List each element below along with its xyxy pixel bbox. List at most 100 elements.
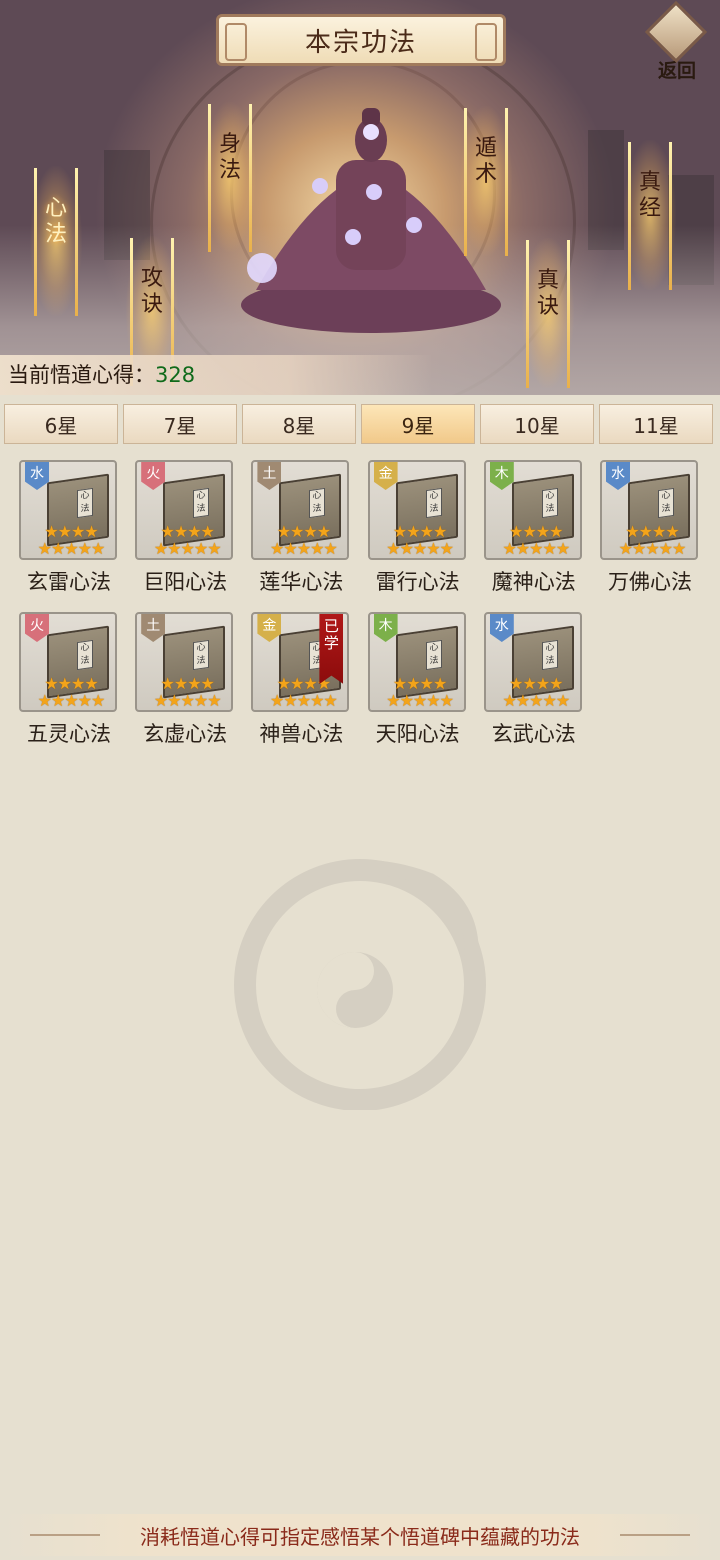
- element-badge: 金: [257, 614, 282, 642]
- technique-item[interactable]: 心法火 ★★★★ ★★★★★ 巨阳心法: [133, 460, 237, 600]
- technique-item[interactable]: 心法土 ★★★★ ★★★★★ 玄虚心法: [133, 612, 237, 752]
- element-badge: 土: [257, 462, 282, 490]
- book-seal: 心法: [309, 487, 326, 519]
- skill-label: 真诀: [536, 268, 559, 319]
- skill-zhenjing[interactable]: 真经: [624, 140, 676, 290]
- technique-name: 魔神心法: [491, 570, 576, 594]
- star-rating-bottom: ★★★★★: [270, 539, 338, 558]
- star-rating-top: ★★★★: [509, 522, 563, 541]
- skill-zhenjue[interactable]: 真诀: [522, 238, 574, 388]
- technique-card[interactable]: 心法火 ★★★★ ★★★★★: [19, 612, 117, 712]
- hero-scene: 心法 攻诀 身法 遁术 真诀 真经 本宗功法 返回 当前悟道心得：328: [0, 0, 720, 395]
- element-badge: 金: [373, 462, 398, 490]
- book-seal: 心法: [541, 639, 558, 671]
- technique-item[interactable]: 心法木 ★★★★ ★★★★★ 魔神心法: [482, 460, 586, 600]
- element-badge: 水: [606, 462, 630, 490]
- technique-name: 万佛心法: [608, 570, 692, 594]
- element-badge: 土: [141, 614, 166, 642]
- element-badge: 水: [25, 462, 49, 490]
- technique-name: 五灵心法: [27, 722, 111, 746]
- technique-card[interactable]: 心法土 ★★★★ ★★★★★: [251, 460, 350, 560]
- tab-7-star[interactable]: 7星: [123, 404, 237, 444]
- technique-card[interactable]: 心法土 ★★★★ ★★★★★: [135, 612, 234, 712]
- technique-item[interactable]: 心法金 ★★★★ ★★★★★ 雷行心法: [366, 460, 470, 600]
- star-rating-top: ★★★★: [392, 674, 447, 693]
- skill-xinfa[interactable]: 心法: [30, 166, 82, 316]
- star-rating-bottom: ★★★★★: [153, 691, 222, 710]
- technique-name: 神兽心法: [259, 722, 344, 746]
- element-badge: 木: [489, 462, 514, 490]
- ornament-right-icon: [620, 1534, 690, 1536]
- star-rating-top: ★★★★: [160, 674, 215, 693]
- technique-card[interactable]: 心法木 ★★★★ ★★★★★: [367, 612, 466, 712]
- technique-name: 玄武心法: [491, 722, 576, 746]
- technique-item[interactable]: 心法水 ★★★★ ★★★★★ 玄武心法: [482, 612, 586, 752]
- book-seal: 心法: [193, 639, 210, 671]
- star-rating-bottom: ★★★★★: [386, 539, 454, 558]
- star-rating-top: ★★★★: [276, 522, 331, 541]
- star-rating-top: ★★★★: [625, 522, 679, 541]
- back-label: 返回: [657, 60, 696, 82]
- technique-card[interactable]: 心法金 ★★★★ ★★★★★ 已学: [251, 612, 350, 712]
- element-badge: 水: [489, 614, 514, 642]
- technique-name: 天阳心法: [375, 722, 460, 746]
- technique-name: 雷行心法: [375, 570, 460, 594]
- element-badge: 火: [141, 462, 166, 490]
- back-icon: [644, 0, 708, 64]
- star-rating-bottom: ★★★★★: [270, 691, 338, 710]
- technique-card[interactable]: 心法木 ★★★★ ★★★★★: [483, 460, 582, 560]
- learned-badge: 已学: [319, 614, 344, 684]
- book-seal: 心法: [541, 487, 558, 519]
- star-rating-bottom: ★★★★★: [618, 539, 687, 558]
- technique-item[interactable]: 心法土 ★★★★ ★★★★★ 莲华心法: [249, 460, 353, 600]
- star-rating-bottom: ★★★★★: [502, 691, 570, 710]
- star-rating-top: ★★★★: [509, 674, 563, 693]
- book-seal: 心法: [77, 487, 93, 519]
- star-rating-top: ★★★★: [44, 674, 98, 693]
- book-seal: 心法: [425, 639, 442, 671]
- yin-yang-emblem-icon: [234, 859, 486, 1110]
- technique-item[interactable]: 心法金 ★★★★ ★★★★★ 已学 神兽心法: [249, 612, 353, 752]
- technique-name: 莲华心法: [259, 570, 344, 594]
- star-rating-top: ★★★★: [160, 522, 215, 541]
- points-value: 328: [155, 363, 196, 387]
- tab-8-star[interactable]: 8星: [242, 404, 356, 444]
- points-label: 当前悟道心得：: [8, 363, 155, 387]
- skill-gongjue[interactable]: 攻诀: [126, 236, 178, 386]
- star-rating-bottom: ★★★★★: [37, 691, 106, 710]
- tab-9-star[interactable]: 9星: [361, 404, 475, 444]
- technique-item[interactable]: 心法水 ★★★★ ★★★★★ 万佛心法: [598, 460, 702, 600]
- technique-item[interactable]: 心法火 ★★★★ ★★★★★ 五灵心法: [17, 612, 121, 752]
- star-rating-top: ★★★★: [44, 522, 98, 541]
- technique-card[interactable]: 心法水 ★★★★ ★★★★★: [600, 460, 698, 560]
- tab-11-star[interactable]: 11星: [599, 404, 713, 444]
- skill-dunshu[interactable]: 遁术: [460, 106, 512, 256]
- star-rating-top: ★★★★: [392, 522, 447, 541]
- skill-label: 攻诀: [140, 266, 163, 317]
- book-seal: 心法: [425, 487, 442, 519]
- back-button[interactable]: 返回: [640, 0, 714, 82]
- technique-name: 玄虚心法: [143, 722, 228, 746]
- footer-hint: 消耗悟道心得可指定感悟某个悟道碑中蕴藏的功法: [0, 1514, 720, 1556]
- points-bar: 当前悟道心得：328: [0, 355, 720, 395]
- skill-label: 身法: [218, 132, 241, 183]
- technique-card[interactable]: 心法金 ★★★★ ★★★★★: [367, 460, 466, 560]
- star-rating-bottom: ★★★★★: [502, 539, 570, 558]
- tab-6-star[interactable]: 6星: [4, 404, 118, 444]
- technique-item[interactable]: 心法水 ★★★★ ★★★★★ 玄雷心法: [17, 460, 121, 600]
- element-badge: 火: [25, 614, 49, 642]
- skill-label: 真经: [638, 170, 661, 221]
- technique-item[interactable]: 心法木 ★★★★ ★★★★★ 天阳心法: [366, 612, 470, 752]
- technique-card[interactable]: 心法水 ★★★★ ★★★★★: [483, 612, 582, 712]
- technique-name: 玄雷心法: [27, 570, 111, 594]
- skill-shenfa[interactable]: 身法: [204, 102, 256, 252]
- footer-message: 消耗悟道心得可指定感悟某个悟道碑中蕴藏的功法: [140, 1525, 580, 1549]
- technique-card[interactable]: 心法水 ★★★★ ★★★★★: [19, 460, 117, 560]
- book-seal: 心法: [193, 487, 210, 519]
- technique-name: 巨阳心法: [143, 570, 228, 594]
- element-badge: 木: [373, 614, 398, 642]
- star-tabs: 6星 7星 8星 9星 10星 11星: [0, 404, 720, 446]
- tab-10-star[interactable]: 10星: [480, 404, 594, 444]
- technique-card[interactable]: 心法火 ★★★★ ★★★★★: [135, 460, 234, 560]
- page-title: 本宗功法: [216, 14, 506, 66]
